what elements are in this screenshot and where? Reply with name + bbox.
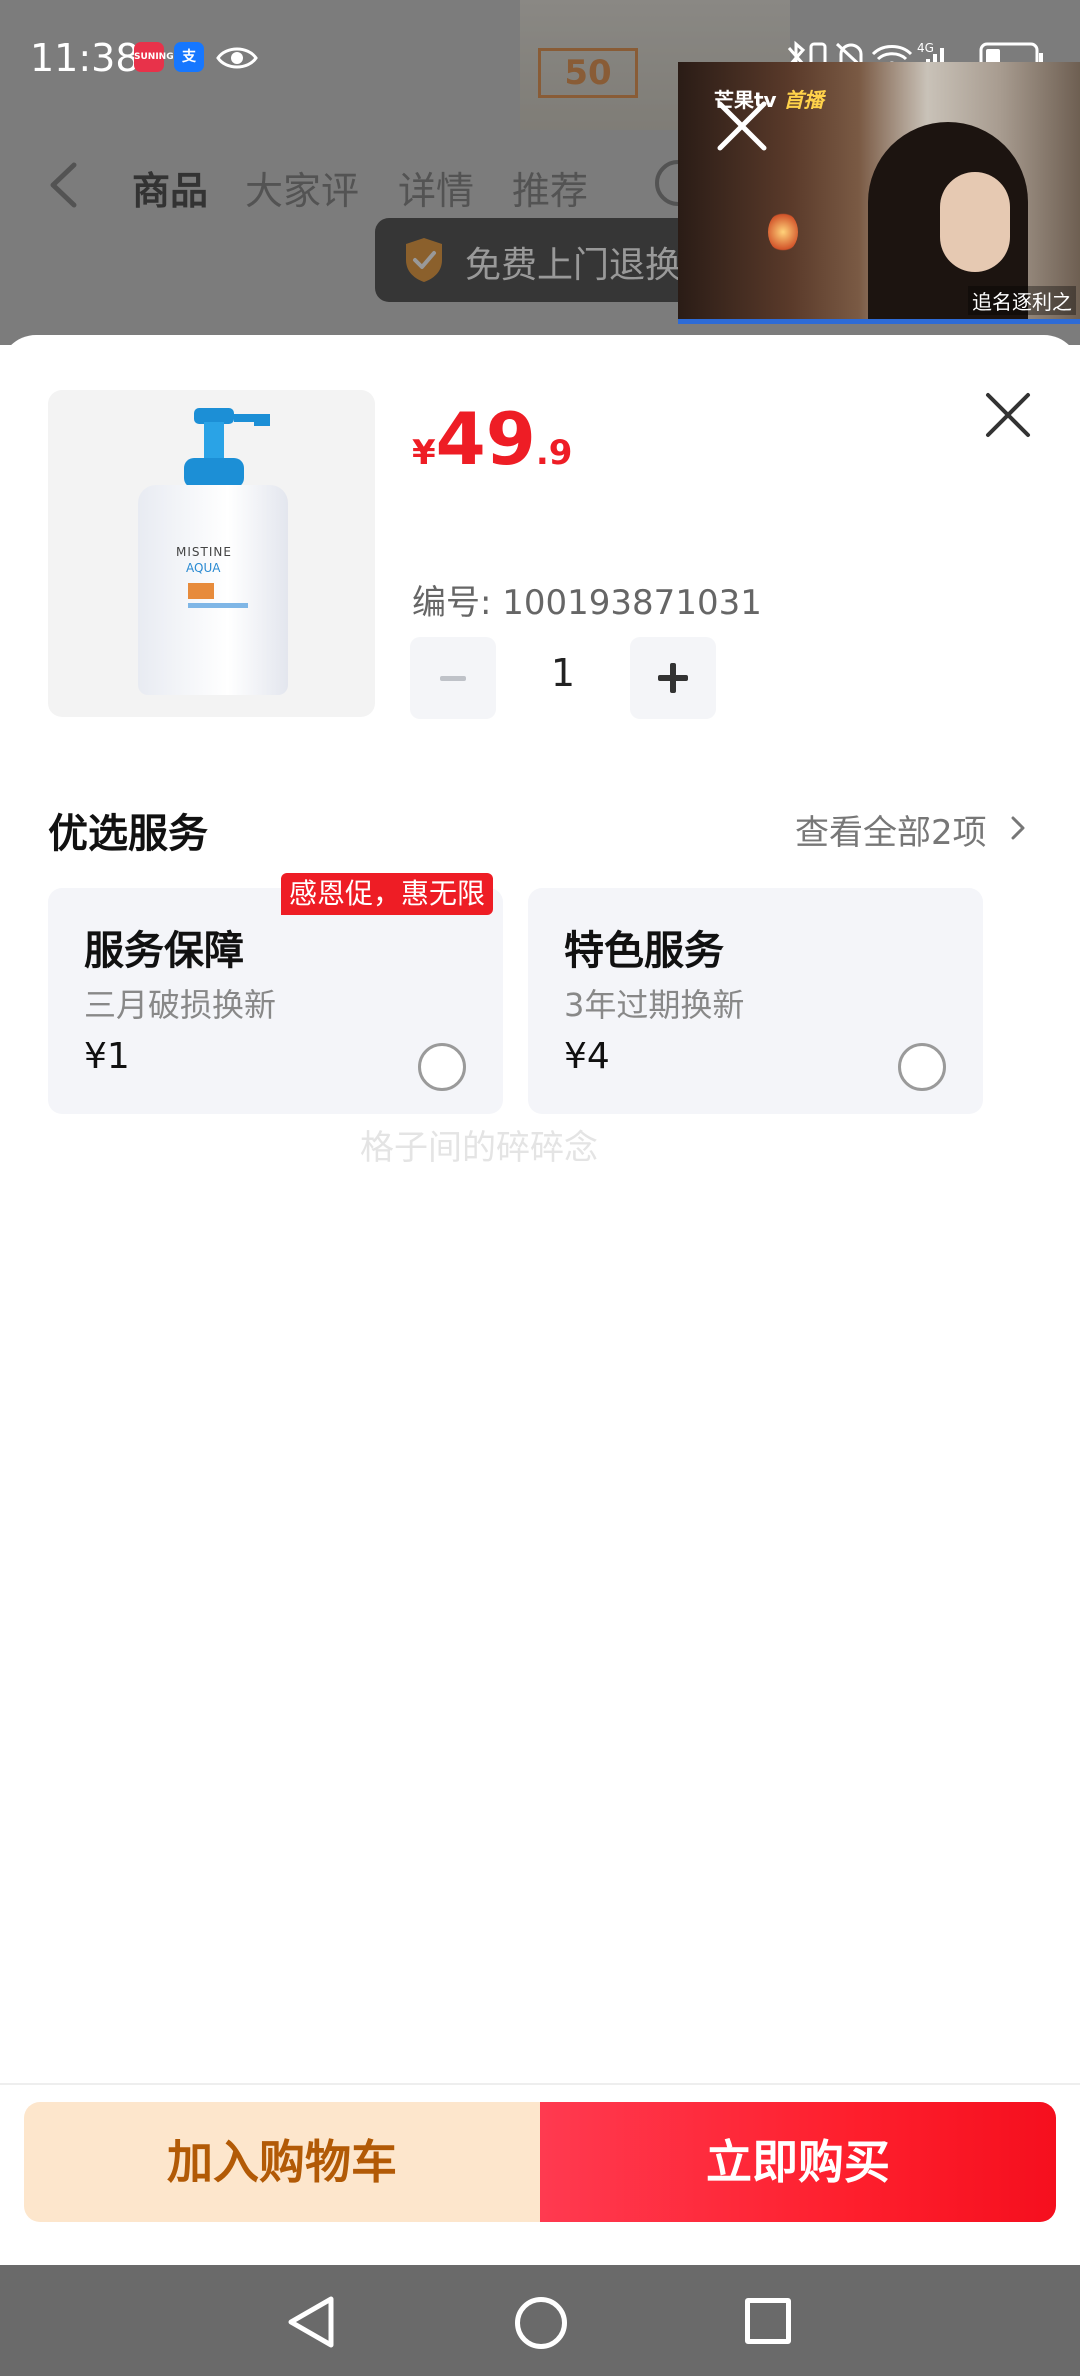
service-desc: 3年过期换新 <box>564 986 745 1024</box>
service-radio[interactable] <box>898 1043 946 1091</box>
divider <box>0 2083 1080 2085</box>
system-nav-bar <box>0 2265 1080 2376</box>
bottle-spf-label <box>188 583 214 599</box>
service-name: 特色服务 <box>564 928 724 974</box>
quantity-plus-button[interactable] <box>630 637 716 719</box>
add-to-cart-button[interactable]: 加入购物车 <box>24 2102 540 2222</box>
eye-icon <box>216 47 258 69</box>
price-integer: 49 <box>435 397 536 481</box>
service-card-special[interactable]: 特色服务 3年过期换新 ¥4 <box>528 888 983 1114</box>
services-title: 优选服务 <box>48 811 208 857</box>
quantity-value[interactable]: 1 <box>540 651 586 695</box>
alipay-app-icon: 支 <box>174 42 204 72</box>
bottle-pump <box>184 408 270 488</box>
quantity-minus-button[interactable] <box>410 637 496 719</box>
video-face <box>940 172 1010 272</box>
status-time: 11:38 <box>30 36 140 80</box>
watermark: 格子间的碎碎念 <box>360 1128 598 1168</box>
nav-back-icon[interactable] <box>285 2295 337 2349</box>
bottle-body: MISTINE AQUA <box>138 485 288 695</box>
service-radio[interactable] <box>418 1043 466 1091</box>
sku-number: 编号: 100193871031 <box>412 583 762 623</box>
price-currency: ¥ <box>412 433 436 473</box>
close-icon[interactable] <box>978 385 1038 445</box>
buy-now-button[interactable]: 立即购买 <box>540 2102 1056 2222</box>
chevron-right-icon[interactable] <box>1010 815 1026 841</box>
close-icon[interactable] <box>714 98 770 154</box>
service-price: ¥4 <box>564 1036 610 1077</box>
price-decimal: .9 <box>535 433 573 473</box>
product-image[interactable]: MISTINE AQUA <box>48 390 375 717</box>
service-card-guarantee[interactable]: 感恩促，惠无限 服务保障 三月破损换新 ¥1 <box>48 873 503 1114</box>
service-price: ¥1 <box>84 1036 130 1077</box>
video-lamp <box>768 212 798 252</box>
video-live-label: 首播 <box>783 88 824 112</box>
nav-home-icon[interactable] <box>515 2297 567 2349</box>
product-price: ¥49.9 <box>412 397 572 481</box>
nav-recent-apps-icon[interactable] <box>745 2298 791 2344</box>
view-all-services-link[interactable]: 查看全部2项 <box>795 805 987 854</box>
floating-video-window[interactable]: 芒果tv 首播 追名逐利之 <box>678 62 1080 324</box>
suning-app-icon: SUNING <box>134 42 174 72</box>
network-type: 4G <box>917 41 934 55</box>
bottle-stripe <box>188 603 248 608</box>
service-name: 服务保障 <box>84 928 244 974</box>
sku-selector-sheet: MISTINE AQUA ¥49.9 编号: 100193871031 1 优选… <box>0 335 1080 2265</box>
service-desc: 三月破损换新 <box>84 986 277 1024</box>
bottle-name-text: AQUA <box>186 561 221 575</box>
video-caption: 追名逐利之 <box>968 286 1076 315</box>
promo-badge: 感恩促，惠无限 <box>281 873 494 915</box>
bottle-brand-text: MISTINE <box>176 545 232 559</box>
